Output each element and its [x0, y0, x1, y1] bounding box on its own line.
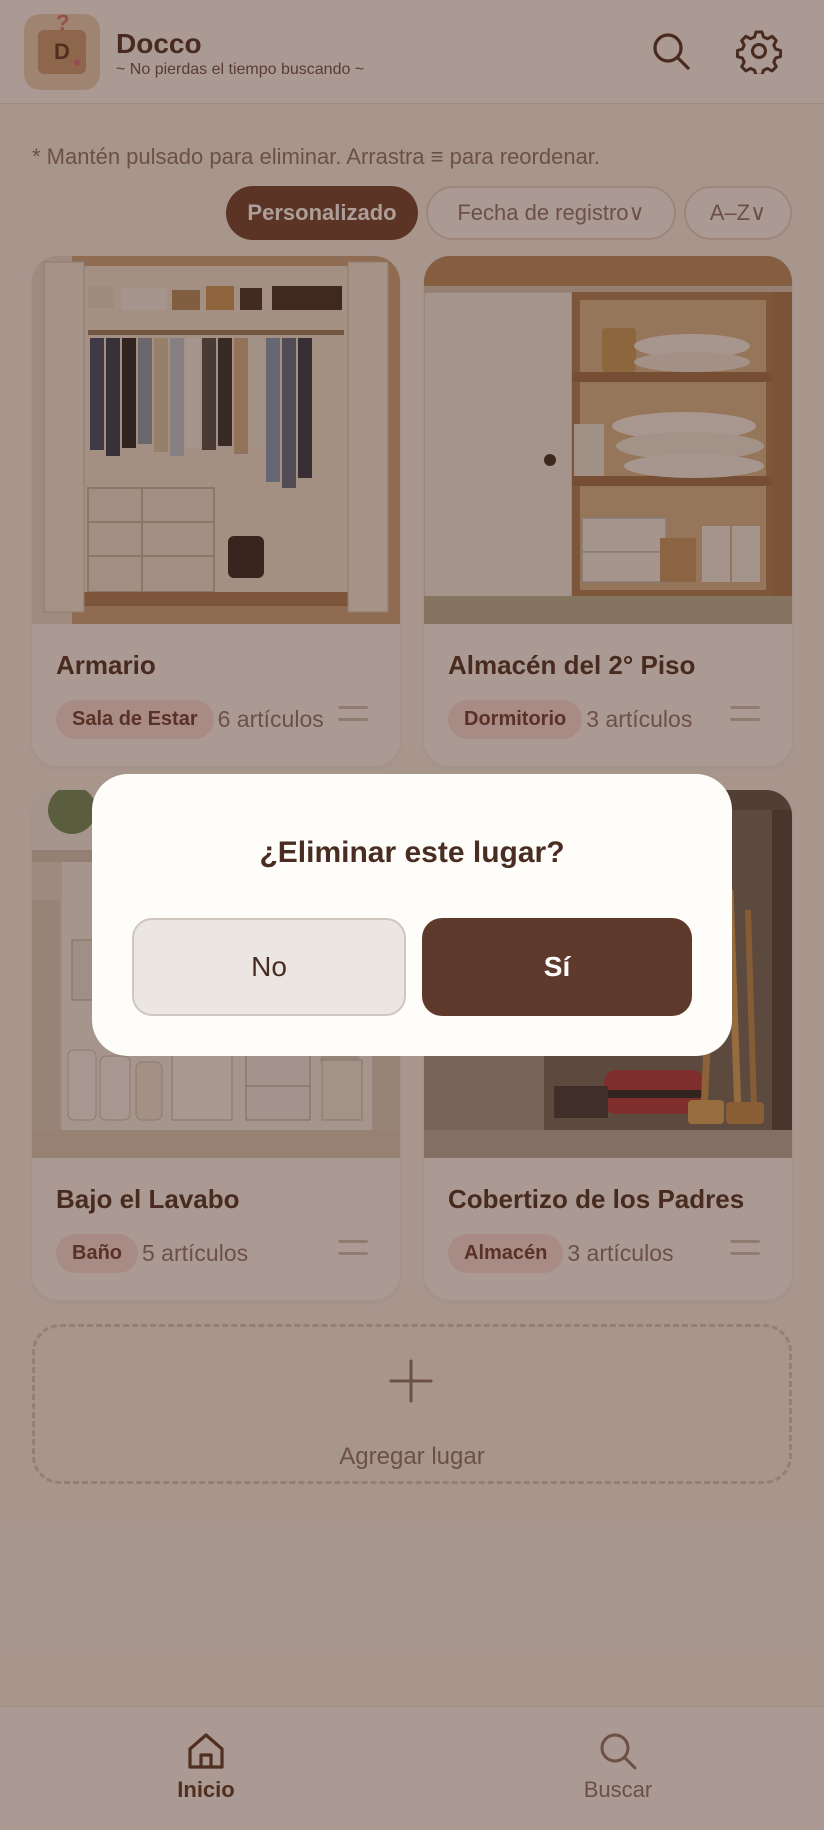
cancel-button[interactable]: No	[132, 918, 406, 1016]
dialog-title: ¿Eliminar este lugar?	[259, 836, 565, 869]
confirm-delete-button[interactable]: Sí	[422, 918, 692, 1016]
app-root: ? D ● Docco ~ No pierdas el tiempo buscand…	[0, 0, 824, 1830]
delete-dialog: ¿Eliminar este lugar? No Sí	[92, 774, 732, 1056]
